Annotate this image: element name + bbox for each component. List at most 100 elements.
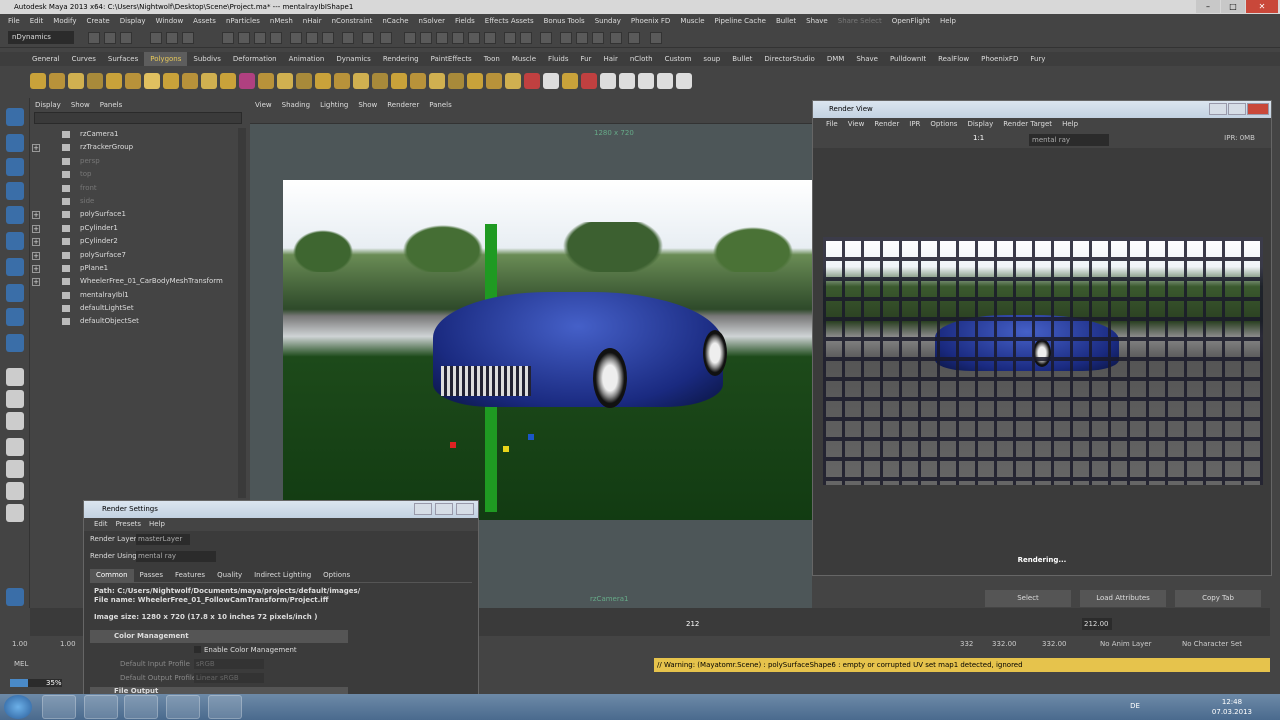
status-tool-icon[interactable] (120, 32, 132, 44)
tool-icon[interactable] (6, 368, 24, 386)
menu-item-edit[interactable]: Edit (25, 14, 49, 28)
tool-icon[interactable] (6, 232, 24, 250)
shelf-tool-icon[interactable] (467, 73, 483, 89)
status-tool-icon[interactable] (254, 32, 266, 44)
shelf-tool-icon[interactable] (600, 73, 616, 89)
tool-icon[interactable] (6, 438, 24, 456)
menu-item-nparticles[interactable]: nParticles (221, 14, 265, 28)
maya-taskbar-icon[interactable] (166, 695, 200, 719)
ratio-label[interactable]: 1:1 (973, 134, 984, 142)
outliner-item[interactable]: defaultLightSet (30, 302, 246, 315)
outliner-item[interactable]: rzCamera1 (30, 128, 246, 141)
select-button[interactable]: Select (985, 590, 1071, 607)
tool-icon[interactable] (6, 158, 24, 176)
menu-item-create[interactable]: Create (81, 14, 114, 28)
status-tool-icon[interactable] (104, 32, 116, 44)
status-tool-icon[interactable] (468, 32, 480, 44)
tool-icon[interactable] (6, 390, 24, 408)
shelf-tool-icon[interactable] (144, 73, 160, 89)
language-indicator[interactable]: DE (1130, 702, 1140, 710)
shelf-tool-icon[interactable] (163, 73, 179, 89)
shelf-tool-icon[interactable] (505, 73, 521, 89)
manipulator-red-handle[interactable] (450, 442, 456, 448)
expand-icon[interactable]: + (32, 264, 40, 273)
shelf-tool-icon[interactable] (182, 73, 198, 89)
status-tool-icon[interactable] (166, 32, 178, 44)
shelf-tab-ncloth[interactable]: nCloth (624, 52, 659, 66)
renderer-select[interactable]: mental ray (1029, 134, 1109, 146)
shelf-tab-painteffects[interactable]: PaintEffects (425, 52, 478, 66)
mode-selector[interactable]: nDynamics (8, 31, 74, 44)
shelf-tab-polygons[interactable]: Polygons (144, 52, 188, 66)
shelf-tool-icon[interactable] (87, 73, 103, 89)
maximize-button[interactable]: □ (1221, 0, 1245, 13)
tab-quality[interactable]: Quality (211, 569, 248, 582)
render-settings-menu-help[interactable]: Help (145, 518, 169, 531)
current-frame-field[interactable]: 212.00 (1082, 618, 1112, 630)
outliner-item[interactable]: + pCylinder1 (30, 222, 246, 235)
status-tool-icon[interactable] (436, 32, 448, 44)
outliner-item[interactable]: defaultObjectSet (30, 315, 246, 328)
menu-item-fields[interactable]: Fields (450, 14, 480, 28)
tool-icon[interactable] (6, 334, 24, 352)
tab-passes[interactable]: Passes (134, 569, 169, 582)
shelf-tab-directorstudio[interactable]: DirectorStudio (758, 52, 820, 66)
menu-item-bullet[interactable]: Bullet (771, 14, 801, 28)
status-tool-icon[interactable] (362, 32, 374, 44)
shelf-tool-icon[interactable] (638, 73, 654, 89)
tab-indirect-lighting[interactable]: Indirect Lighting (248, 569, 317, 582)
viewport-menu-shading[interactable]: Shading (277, 98, 315, 112)
start-button[interactable] (4, 695, 32, 719)
outliner-item[interactable]: + polySurface1 (30, 208, 246, 221)
shelf-tool-icon[interactable] (334, 73, 350, 89)
menu-item-sunday[interactable]: Sunday (590, 14, 626, 28)
tool-icon[interactable] (6, 412, 24, 430)
shelf-tool-icon[interactable] (30, 73, 46, 89)
status-tool-icon[interactable] (628, 32, 640, 44)
status-tool-icon[interactable] (610, 32, 622, 44)
outliner-item[interactable]: mentalrayIbl1 (30, 289, 246, 302)
shelf-tool-icon[interactable] (277, 73, 293, 89)
shelf-tab-toon[interactable]: Toon (478, 52, 506, 66)
render-layer-select[interactable]: masterLayer (136, 534, 190, 545)
shelf-tab-fury[interactable]: Fury (1024, 52, 1051, 66)
expand-icon[interactable]: + (32, 238, 40, 247)
app-taskbar-icon[interactable] (124, 695, 158, 719)
shelf-tool-icon[interactable] (68, 73, 84, 89)
status-tool-icon[interactable] (592, 32, 604, 44)
tool-icon[interactable] (6, 206, 24, 224)
tab-common[interactable]: Common (90, 569, 134, 582)
shelf-tab-custom[interactable]: Custom (659, 52, 698, 66)
tool-icon[interactable] (6, 258, 24, 276)
shelf-tab-rendering[interactable]: Rendering (377, 52, 425, 66)
shelf-tool-icon[interactable] (220, 73, 236, 89)
outliner-item[interactable]: + pPlane1 (30, 262, 246, 275)
shelf-tool-icon[interactable] (562, 73, 578, 89)
shelf-tab-realflow[interactable]: RealFlow (932, 52, 975, 66)
enable-color-management-checkbox[interactable]: Enable Color Management (84, 643, 478, 657)
render-view-menu-render-target[interactable]: Render Target (998, 118, 1057, 131)
menu-item-modify[interactable]: Modify (48, 14, 81, 28)
status-tool-icon[interactable] (380, 32, 392, 44)
menu-item-nsolver[interactable]: nSolver (414, 14, 450, 28)
character-set-select[interactable]: No Character Set (1182, 640, 1242, 648)
manipulator-yellow-handle[interactable] (503, 446, 509, 452)
outliner-item[interactable]: + rzTrackerGroup (30, 141, 246, 154)
render-view-menu-display[interactable]: Display (962, 118, 998, 131)
rv-maximize-button[interactable] (1228, 103, 1246, 115)
shelf-tab-bullet[interactable]: Bullet (726, 52, 758, 66)
tool-icon[interactable] (6, 482, 24, 500)
render-view-menu-view[interactable]: View (843, 118, 870, 131)
rs-close-button[interactable] (456, 503, 474, 515)
shelf-tool-icon[interactable] (410, 73, 426, 89)
shelf-tool-icon[interactable] (315, 73, 331, 89)
expand-icon[interactable]: + (32, 211, 40, 220)
shelf-tab-surfaces[interactable]: Surfaces (102, 52, 144, 66)
menu-item-help[interactable]: Help (935, 14, 961, 28)
shelf-tool-icon[interactable] (543, 73, 559, 89)
shelf-tab-dmm[interactable]: DMM (821, 52, 850, 66)
shelf-tool-icon[interactable] (676, 73, 692, 89)
tab-features[interactable]: Features (169, 569, 211, 582)
menu-item-shave[interactable]: Shave (801, 14, 833, 28)
shelf-tool-icon[interactable] (372, 73, 388, 89)
